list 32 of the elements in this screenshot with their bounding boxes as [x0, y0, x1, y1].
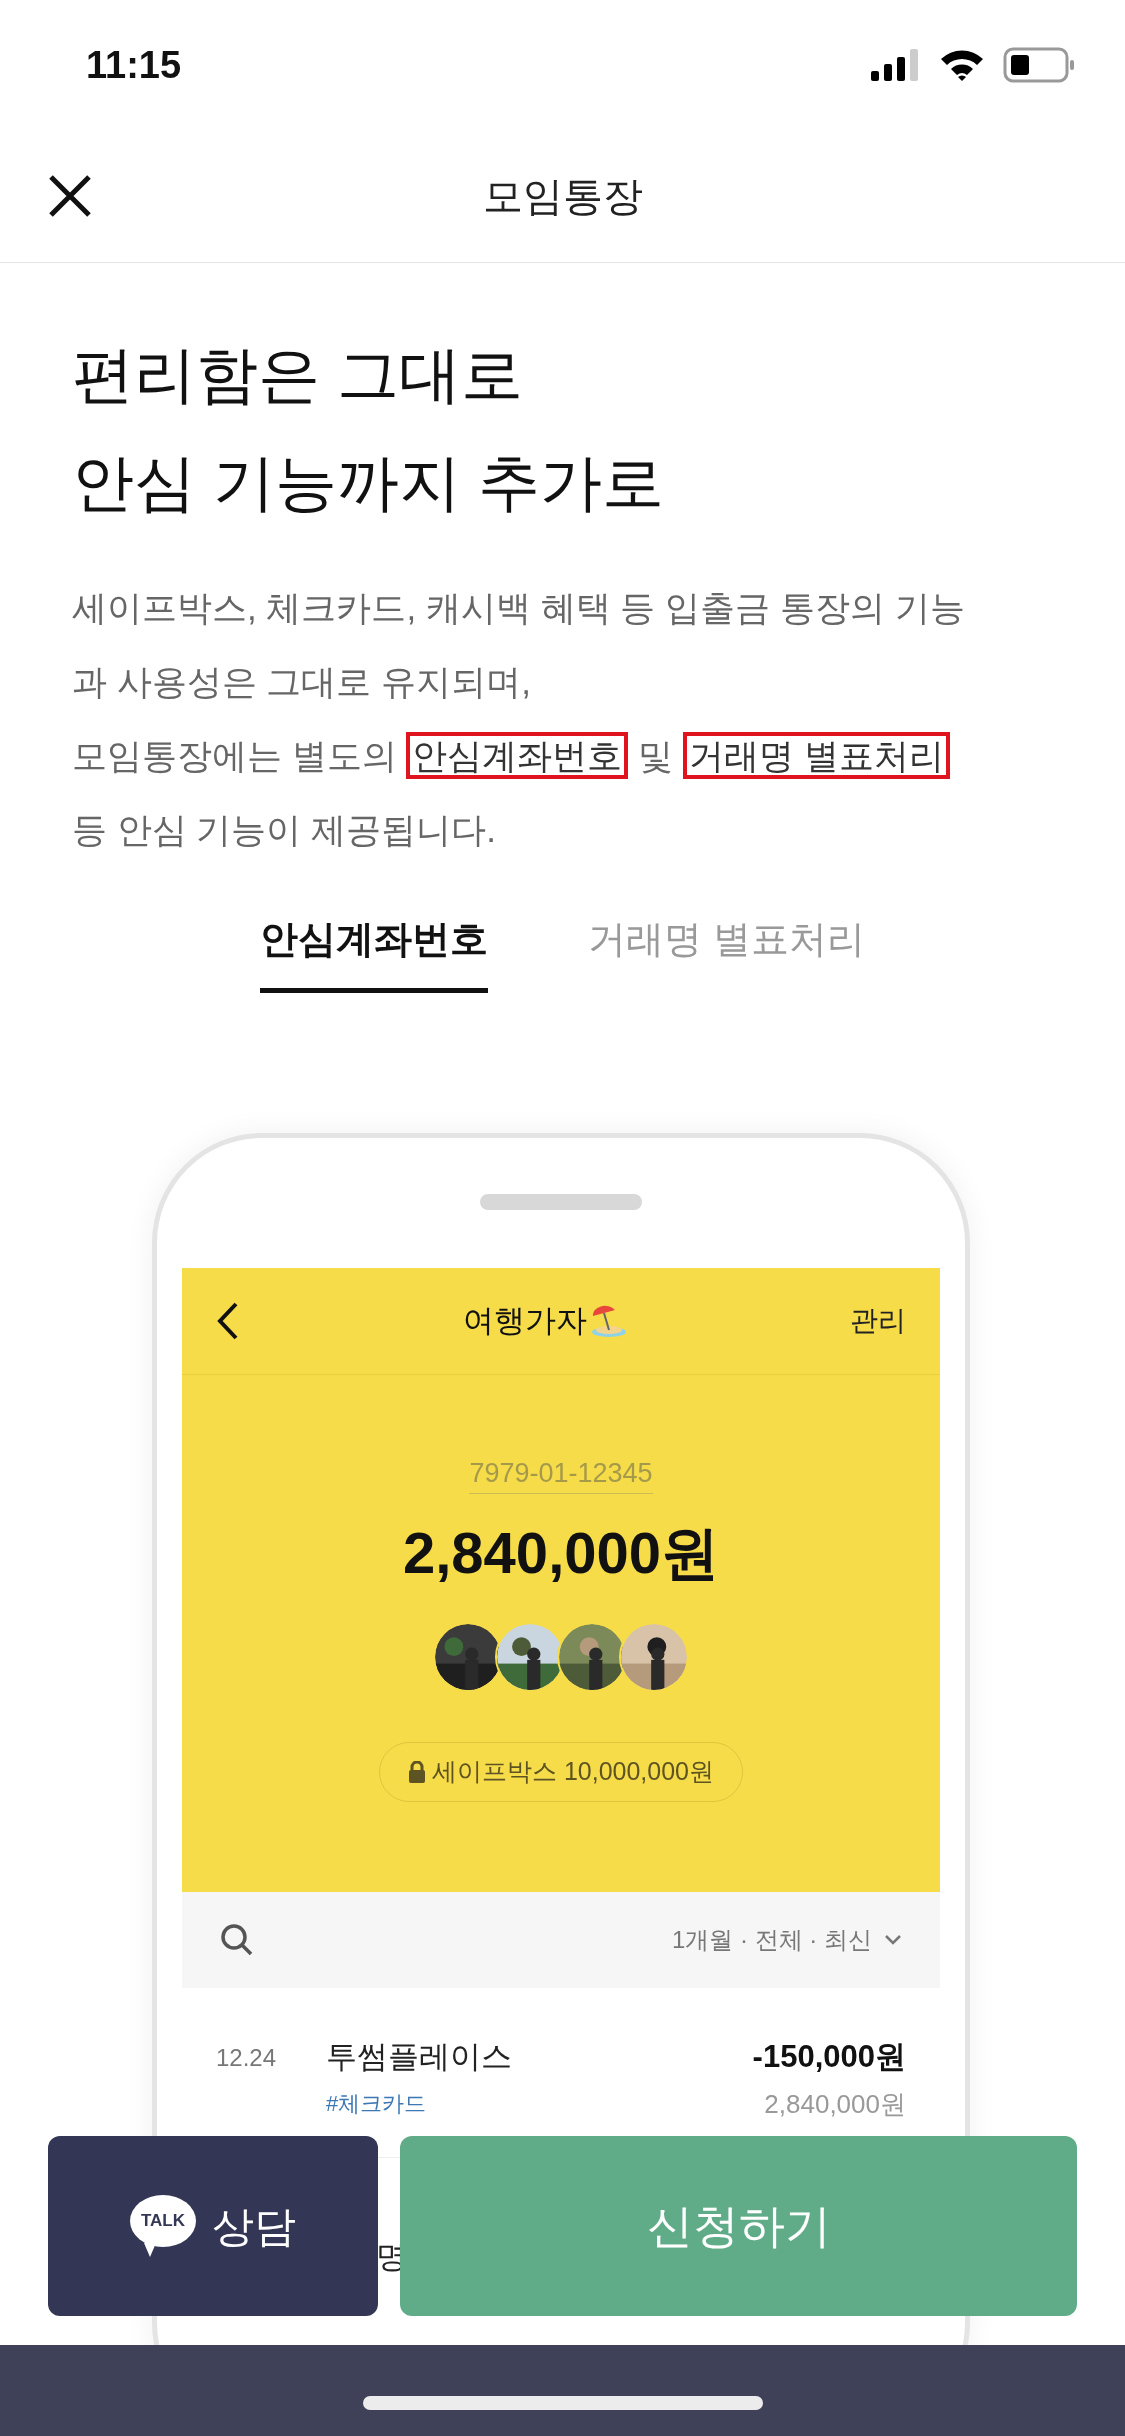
- safebox-chip[interactable]: 세이프박스 10,000,000원: [378, 1742, 744, 1802]
- chevron-down-icon: [884, 1934, 902, 1946]
- transaction-name: 투썸플레이스: [326, 2038, 513, 2076]
- account-balance: 2,840,000원: [403, 1519, 719, 1587]
- description-text: 모임통장에는 별도의 안심계좌번호 및 거래명 별표처리 등 안심 기능이 제공됩니다.: [72, 719, 972, 867]
- wifi-icon: [939, 48, 985, 82]
- account-title: 여행가자: [463, 1301, 587, 1340]
- status-time: 11:15: [86, 42, 182, 88]
- transaction-amount: -150,000원: [752, 2038, 906, 2076]
- transaction-balance: 2,840,000원: [764, 2087, 906, 2121]
- manage-link[interactable]: 관리: [850, 1300, 906, 1342]
- search-icon: [220, 1923, 254, 1957]
- heading-line: 안심 기능까지 추가로: [72, 447, 666, 519]
- signal-icon: [871, 49, 921, 81]
- transaction-date: 12.24: [216, 2043, 278, 2073]
- tab[interactable]: 안심계좌번호: [260, 911, 489, 993]
- lock-icon: [407, 1761, 426, 1783]
- beach-umbrella-icon: [589, 1304, 627, 1338]
- filter-dropdown[interactable]: 1개월 · 전체 · 최신: [672, 1922, 902, 1958]
- description-text: 세이프박스, 체크카드, 캐시백 혜택 등 입출금 통장의 기능과 사용성은 그대로 유지되며,: [72, 587, 966, 703]
- consult-button[interactable]: TALK 상담: [48, 2136, 378, 2316]
- heading-line: 편리함은 그대로: [72, 339, 525, 411]
- account-number: 7979-01-12345: [469, 1453, 653, 1494]
- page-title: 모임통장: [482, 173, 643, 220]
- battery-icon: [1003, 47, 1075, 83]
- highlighted-term: 거래명 별표처리: [682, 732, 950, 779]
- safebox-amount: 세이프박스 10,000,000원: [431, 1756, 715, 1788]
- back-icon: [216, 1301, 240, 1341]
- highlighted-term: 안심계좌번호: [406, 732, 629, 779]
- transaction-tag: #체크카드: [326, 2086, 753, 2120]
- tab[interactable]: 거래명 별표처리: [588, 911, 865, 993]
- close-icon: [48, 174, 92, 218]
